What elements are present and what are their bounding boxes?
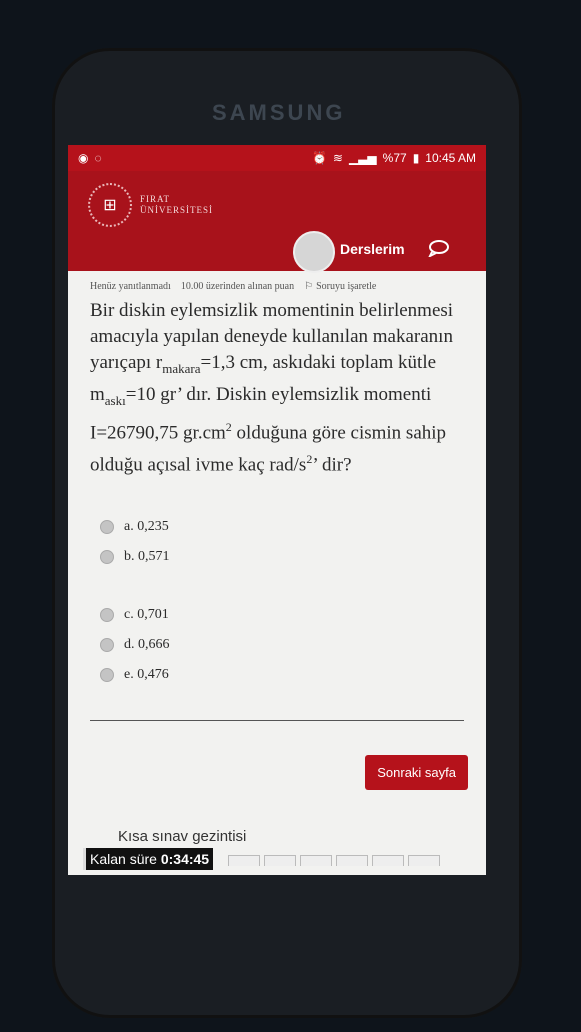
- status-right: ⏰ ≋ ▁▃▅ %77 ▮ 10:45 AM: [312, 151, 476, 165]
- sync-icon: ◌: [94, 151, 102, 165]
- battery-icon: ▮: [412, 151, 420, 165]
- question-area: Henüz yanıtlanmadı 10.00 üzerinden alına…: [68, 271, 486, 722]
- clock: 10:45 AM: [425, 151, 476, 165]
- answer-options: a. 0,235 b. 0,571 c. 0,701 d. 0,666 e. 0…: [90, 512, 464, 690]
- quiz-navigation-heading: Kısa sınav gezintisi: [118, 828, 247, 845]
- site-header: ⊞ FIRAT ÜNİVERSİTESİ Derslerim: [68, 171, 486, 273]
- question-text: Bir diskin eylemsizlik momentinin belirl…: [90, 298, 464, 478]
- option-d[interactable]: d. 0,666: [90, 630, 464, 660]
- quiz-nav-button[interactable]: [264, 855, 296, 866]
- quiz-nav-button[interactable]: [300, 855, 332, 866]
- logo-line-1: FIRAT: [140, 194, 171, 204]
- time-left-value: 0:34:45: [160, 851, 210, 867]
- logo-line-2: ÜNİVERSİTESİ: [140, 205, 213, 215]
- time-left-box: Kalan süre 0:34:45: [83, 848, 214, 870]
- user-avatar[interactable]: [293, 231, 335, 273]
- question-points: 10.00 üzerinden alınan puan: [180, 281, 295, 292]
- battery-percent: %77: [382, 151, 407, 165]
- option-e[interactable]: e. 0,476: [90, 660, 464, 690]
- university-seal-icon: ⊞: [88, 183, 132, 227]
- quiz-nav-button[interactable]: [336, 855, 368, 866]
- phone-screen: ◉ ◌ ⏰ ≋ ▁▃▅ %77 ▮ 10:45 AM ⊞ FIRAT ÜNİVE…: [68, 145, 486, 875]
- option-label: b. 0,571: [124, 549, 170, 565]
- chat-icon[interactable]: [428, 239, 450, 257]
- radio-button[interactable]: [100, 550, 114, 565]
- option-c[interactable]: c. 0,701: [90, 600, 464, 630]
- university-logo[interactable]: ⊞ FIRAT ÜNİVERSİTESİ: [88, 183, 213, 227]
- quiz-nav-button[interactable]: [228, 855, 260, 866]
- quiz-nav-button[interactable]: [372, 855, 404, 866]
- signal-icon: ▁▃▅: [348, 151, 377, 165]
- next-page-button[interactable]: Sonraki sayfa: [365, 755, 468, 790]
- option-label: c. 0,701: [124, 607, 169, 623]
- option-a[interactable]: a. 0,235: [90, 512, 464, 542]
- flag-question-link[interactable]: ⚐ Soruyu işaretle: [304, 281, 376, 292]
- time-left-label: Kalan süre: [90, 851, 157, 867]
- radio-button[interactable]: [100, 520, 114, 535]
- question-text-part: ’ dir?: [312, 454, 352, 476]
- wifi-icon: ≋: [332, 151, 343, 165]
- flag-question-label: Soruyu işaretle: [316, 281, 377, 292]
- option-label: d. 0,666: [124, 637, 170, 653]
- option-b[interactable]: b. 0,571: [90, 542, 464, 572]
- radio-button[interactable]: [100, 638, 114, 653]
- alarm-icon: ⏰: [311, 151, 327, 165]
- quiz-navigation-buttons: [228, 855, 440, 866]
- question-subscript: makara: [162, 360, 201, 376]
- courses-link[interactable]: Derslerim: [340, 241, 405, 257]
- question-meta: Henüz yanıtlanmadı 10.00 üzerinden alına…: [90, 281, 464, 292]
- quiz-nav-button[interactable]: [408, 855, 440, 866]
- question-status: Henüz yanıtlanmadı: [90, 281, 171, 292]
- option-label: e. 0,476: [124, 667, 169, 683]
- flag-icon: ⚐: [304, 281, 314, 292]
- divider: [90, 720, 464, 722]
- notification-icon: ◉: [78, 151, 89, 165]
- logo-text: FIRAT ÜNİVERSİTESİ: [140, 194, 213, 216]
- radio-button[interactable]: [100, 668, 114, 683]
- status-left-icons: ◉ ◌: [78, 151, 102, 165]
- device-brand: SAMSUNG: [212, 100, 346, 125]
- radio-button[interactable]: [100, 608, 114, 623]
- question-subscript: askı: [104, 392, 126, 408]
- option-label: a. 0,235: [124, 519, 169, 535]
- status-bar: ◉ ◌ ⏰ ≋ ▁▃▅ %77 ▮ 10:45 AM: [68, 145, 486, 171]
